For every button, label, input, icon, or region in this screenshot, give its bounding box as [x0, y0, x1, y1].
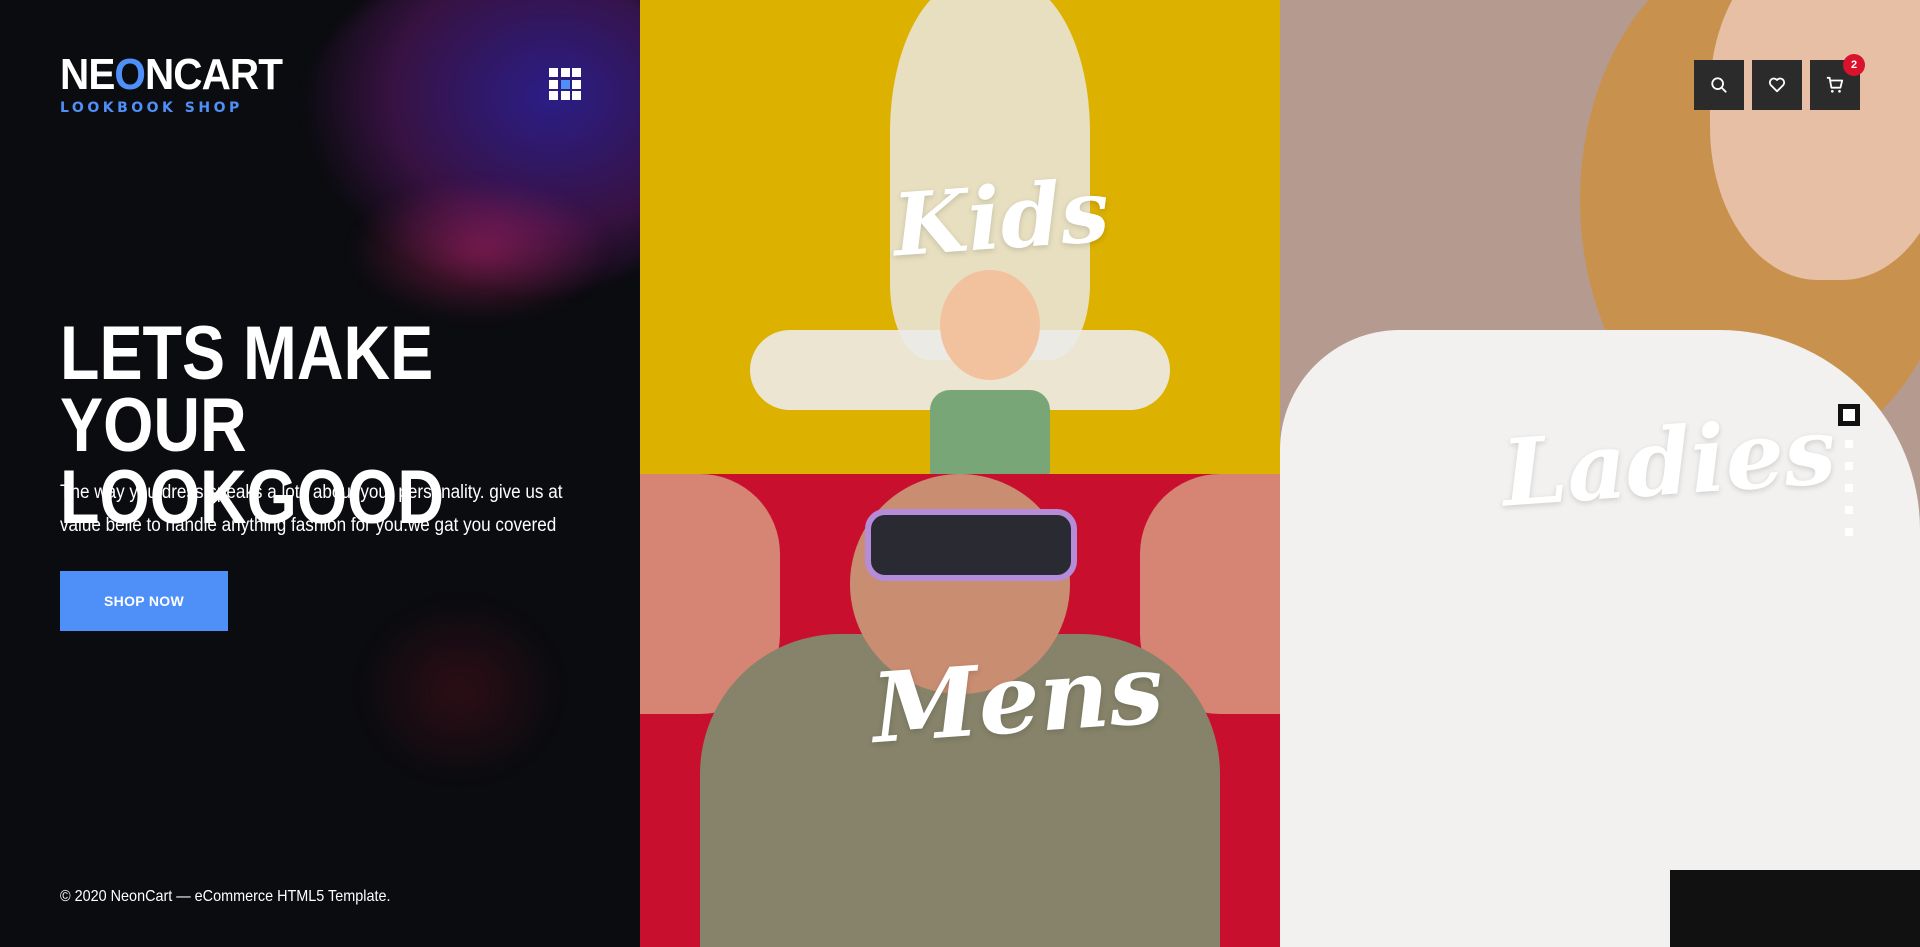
- slider-dot-2[interactable]: [1845, 440, 1853, 448]
- sunglasses-image: [865, 509, 1077, 581]
- woman-skirt-image: [1670, 870, 1920, 947]
- heart-icon: [1768, 77, 1786, 93]
- slider-dot-5[interactable]: [1845, 506, 1853, 514]
- slider-dot-3[interactable]: [1845, 462, 1853, 470]
- slider-dot-6[interactable]: [1845, 528, 1853, 536]
- slider-dot-1[interactable]: [1838, 404, 1860, 426]
- search-button[interactable]: [1694, 60, 1744, 110]
- wishlist-button[interactable]: [1752, 60, 1802, 110]
- brand-logo[interactable]: NEONCART LOOKBOOK SHOP: [60, 50, 301, 117]
- slider-pagination: [1838, 404, 1860, 536]
- cart-button[interactable]: 2: [1810, 54, 1865, 110]
- hero-panel: NEONCART LOOKBOOK SHOP LETS MAKE YOUR LOO…: [0, 0, 640, 947]
- header-actions: 2: [1694, 54, 1865, 110]
- paint-splash-decoration: [360, 600, 560, 780]
- category-panel-ladies[interactable]: Ladies: [1280, 0, 1920, 947]
- search-icon: [1711, 77, 1727, 93]
- copyright-text: © 2020 NeonCart — eCommerce HTML5 Templa…: [60, 888, 391, 905]
- kid-face-image: [940, 270, 1040, 380]
- slider-dot-4[interactable]: [1845, 484, 1853, 492]
- category-label-mens[interactable]: Mens: [868, 632, 1166, 765]
- category-label-kids[interactable]: Kids: [890, 161, 1112, 277]
- cart-icon: [1826, 76, 1844, 93]
- paint-splash-decoration: [350, 180, 610, 320]
- brand-tagline: LOOKBOOK SHOP: [60, 100, 243, 116]
- grid-menu-icon[interactable]: [549, 68, 581, 100]
- hero-subtitle: The way you dress speaks a lots about yo…: [60, 482, 563, 536]
- cart-count-badge: 2: [1843, 54, 1865, 76]
- category-panel-mens[interactable]: Mens: [640, 474, 1280, 947]
- shop-now-button[interactable]: SHOP NOW: [60, 571, 228, 631]
- category-panel-kids[interactable]: Kids: [640, 0, 1280, 474]
- kid-shirt-image: [930, 390, 1050, 474]
- brand-name: NEONCART: [60, 50, 283, 99]
